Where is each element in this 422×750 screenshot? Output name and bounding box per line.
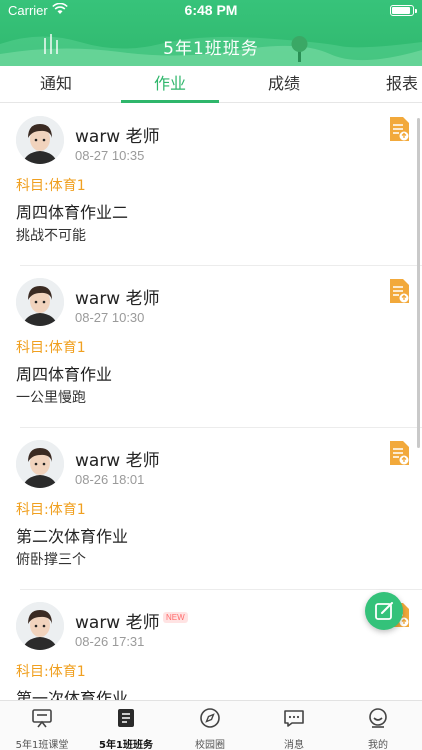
message-icon <box>284 710 304 727</box>
post-time: 08-27 10:30 <box>75 310 145 325</box>
battery-level <box>392 7 410 14</box>
avatar <box>16 602 64 650</box>
homework-title: 周四体育作业二 <box>16 203 129 222</box>
compass-icon <box>200 708 220 728</box>
profile-icon <box>369 708 387 728</box>
bottom-tab-label: 我的 <box>368 740 388 750</box>
homework-title: 第一次体育作业 <box>16 689 129 700</box>
tab-notice[interactable]: 通知 <box>14 66 98 102</box>
attachment-doc-icon[interactable] <box>388 278 410 304</box>
class-affairs-icon <box>118 709 134 727</box>
status-bar: Carrier 6:48 PM <box>0 0 422 22</box>
bottom-tab-class-affairs[interactable]: 5年1班班务 <box>84 701 168 750</box>
bottom-tab-bar: 5年1班课堂 5年1班班务 校园圈 消息 我的 <box>0 700 422 750</box>
subject-label: 科目:体育1 <box>16 664 86 680</box>
bottom-tab-label: 消息 <box>284 740 304 750</box>
homework-item[interactable]: warw 老师 08-27 10:35 科目:体育1 周四体育作业二 挑战不可能 <box>0 104 422 266</box>
post-time: 08-27 10:35 <box>75 148 145 163</box>
tab-homework[interactable]: 作业 <box>128 66 212 102</box>
bottom-tab-label: 5年1班班务 <box>99 740 153 750</box>
edit-icon <box>375 602 393 620</box>
homework-description: 俯卧撑三个 <box>16 552 86 568</box>
compose-button[interactable] <box>365 592 403 630</box>
homework-description: 一公里慢跑 <box>16 390 86 406</box>
homework-title: 周四体育作业 <box>16 365 113 384</box>
active-tab-indicator <box>121 100 219 103</box>
bottom-tab-classroom[interactable]: 5年1班课堂 <box>0 701 84 750</box>
subject-label: 科目:体育1 <box>16 340 86 356</box>
tab-reports[interactable]: 报表 <box>372 66 422 102</box>
new-badge: NEW <box>163 612 188 623</box>
attachment-doc-icon[interactable] <box>388 116 410 142</box>
homework-title: 第二次体育作业 <box>16 527 129 546</box>
avatar <box>16 440 64 488</box>
screen: Carrier 6:48 PM 5年1班班务 通知 作业 成绩 报表 warw … <box>0 0 422 750</box>
bottom-tab-label: 校园圈 <box>195 740 225 750</box>
tab-bar: 通知 作业 成绩 报表 <box>0 66 422 103</box>
scrollbar[interactable] <box>417 118 420 448</box>
bottom-tab-label: 5年1班课堂 <box>15 740 69 750</box>
post-time: 08-26 18:01 <box>75 472 145 487</box>
bottom-tab-messages[interactable]: 消息 <box>252 701 336 750</box>
homework-item[interactable]: warw 老师 08-27 10:30 科目:体育1 周四体育作业 一公里慢跑 <box>0 266 422 428</box>
bottom-tab-campus[interactable]: 校园圈 <box>168 701 252 750</box>
classroom-icon <box>32 709 52 728</box>
teacher-name: warw 老师 <box>75 289 160 309</box>
post-time: 08-26 17:31 <box>75 634 145 649</box>
avatar <box>16 116 64 164</box>
teacher-name: warw 老师 <box>75 451 160 471</box>
homework-description: 挑战不可能 <box>16 228 86 244</box>
attachment-doc-icon[interactable] <box>388 440 410 466</box>
avatar <box>16 278 64 326</box>
subject-label: 科目:体育1 <box>16 178 86 194</box>
homework-list[interactable]: warw 老师 08-27 10:35 科目:体育1 周四体育作业二 挑战不可能… <box>0 104 422 700</box>
homework-item[interactable]: warw 老师 08-26 18:01 科目:体育1 第二次体育作业 俯卧撑三个 <box>0 428 422 590</box>
teacher-name: warw 老师 <box>75 127 160 147</box>
subject-label: 科目:体育1 <box>16 502 86 518</box>
status-time: 6:48 PM <box>184 2 238 18</box>
tab-grades[interactable]: 成绩 <box>242 66 326 102</box>
teacher-name: warw 老师 <box>75 613 160 633</box>
battery-icon <box>390 5 417 16</box>
homework-item[interactable]: warw 老师 NEW 08-26 17:31 科目:体育1 第一次体育作业 <box>0 590 422 700</box>
header: Carrier 6:48 PM 5年1班班务 <box>0 0 422 66</box>
bottom-tab-profile[interactable]: 我的 <box>336 701 420 750</box>
page-title: 5年1班班务 <box>163 39 259 59</box>
